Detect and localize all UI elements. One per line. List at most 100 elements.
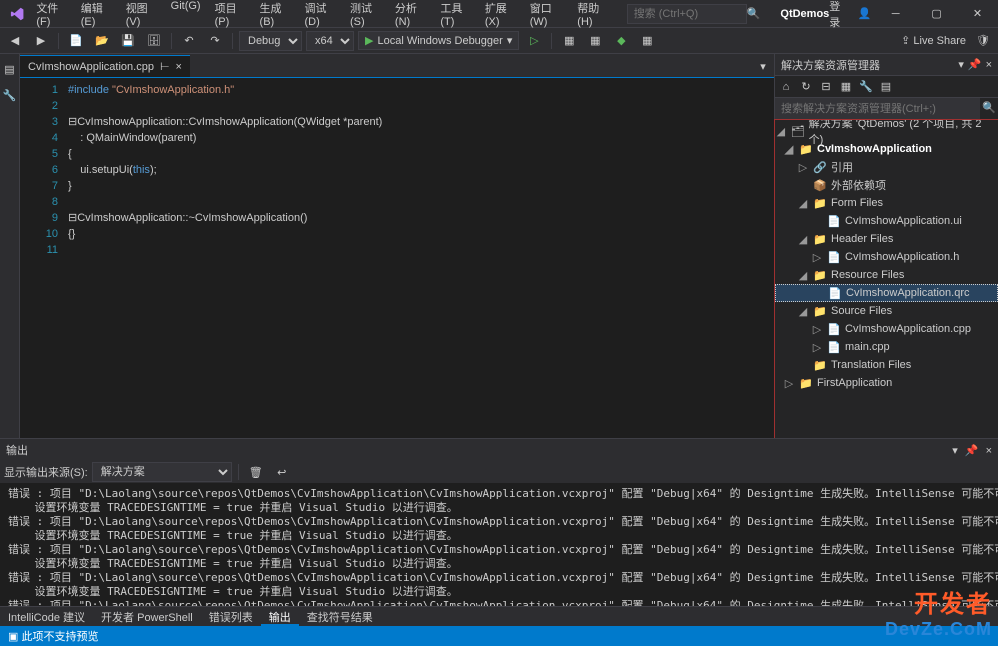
- admin-icon[interactable]: 🛡: [972, 30, 994, 52]
- menu-item[interactable]: 窗口(W): [524, 0, 570, 32]
- tree-node[interactable]: 📦外部依赖项: [775, 176, 998, 194]
- pin-icon[interactable]: 📌: [968, 58, 982, 71]
- menu-item[interactable]: 工具(T): [434, 0, 476, 32]
- tree-node[interactable]: ◢📁Source Files: [775, 302, 998, 320]
- sync-icon[interactable]: ↻: [797, 78, 815, 96]
- config-combo[interactable]: Debug: [239, 31, 302, 51]
- status-bar: ▣ 此项不支持预览: [0, 626, 998, 646]
- menu-item[interactable]: 扩展(X): [479, 0, 522, 32]
- tree-node[interactable]: 📁Translation Files: [775, 356, 998, 374]
- tree-node[interactable]: ▷📄CvImshowApplication.cpp: [775, 320, 998, 338]
- tb-icon-2[interactable]: ▦: [584, 30, 606, 52]
- tree-node-label: Translation Files: [831, 359, 911, 371]
- output-tab[interactable]: 查找符号结果: [299, 607, 381, 626]
- expand-icon[interactable]: ◢: [783, 143, 795, 156]
- menu-item[interactable]: 项目(P): [209, 0, 252, 32]
- tb-icon-3[interactable]: ▦: [636, 30, 658, 52]
- collapse-icon[interactable]: ⊟: [817, 78, 835, 96]
- qt-icon[interactable]: ◆: [610, 30, 632, 52]
- title-bar: 文件(F)编辑(E)视图(V)Git(G)项目(P)生成(B)调试(D)测试(S…: [0, 0, 998, 28]
- save-icon[interactable]: 💾: [117, 30, 139, 52]
- menu-item[interactable]: 分析(N): [389, 0, 432, 32]
- tree-node[interactable]: ◢📁Header Files: [775, 230, 998, 248]
- platform-combo[interactable]: x64: [306, 31, 354, 51]
- expand-icon[interactable]: ▷: [797, 161, 809, 174]
- login-link[interactable]: 登录: [829, 0, 849, 30]
- main-toolbar: ◀ ▶ 📄 📂 💾 🗄 ↶ ↷ Debug x64 ▶ Local Window…: [0, 28, 998, 54]
- nav-back-icon[interactable]: ◀: [4, 30, 26, 52]
- expand-icon[interactable]: ◢: [797, 305, 809, 318]
- close-icon[interactable]: ×: [986, 445, 992, 457]
- editor-tab[interactable]: CvImshowApplication.cpp ⊢ ×: [20, 55, 190, 77]
- pin-icon[interactable]: 📌: [965, 445, 979, 457]
- node-icon: 📁: [813, 304, 827, 318]
- expand-icon[interactable]: ◢: [797, 197, 809, 210]
- tree-node[interactable]: ▷🔗引用: [775, 158, 998, 176]
- tree-node[interactable]: ▷📁FirstApplication: [775, 374, 998, 392]
- clear-icon[interactable]: 🗑: [245, 461, 267, 483]
- minimize-button[interactable]: ─: [879, 0, 912, 28]
- preview-icon[interactable]: ▤: [877, 78, 895, 96]
- menu-item[interactable]: 编辑(E): [75, 0, 118, 32]
- output-panel: 输出 ▾ 📌 × 显示输出来源(S): 解决方案 🗑 ↩ 错误 : 项目 "D:…: [0, 438, 998, 626]
- output-tab[interactable]: IntelliCode 建议: [0, 607, 93, 626]
- window-dropdown-icon[interactable]: ▾: [752, 55, 774, 77]
- expand-icon[interactable]: ▷: [811, 251, 823, 264]
- tree-node-label: CvImshowApplication: [817, 143, 932, 155]
- tree-node[interactable]: ◢📁Resource Files: [775, 266, 998, 284]
- close-button[interactable]: ✕: [961, 0, 994, 28]
- start-without-debug-icon[interactable]: ▷: [523, 30, 545, 52]
- solution-root[interactable]: ◢🗂 解决方案 'QtDemos' (2 个项目, 共 2 个): [775, 122, 998, 140]
- live-share-button[interactable]: ⇪ Live Share: [901, 34, 966, 47]
- menu-item[interactable]: 文件(F): [30, 0, 72, 32]
- tree-node[interactable]: 📄CvImshowApplication.qrc: [775, 284, 998, 302]
- show-all-icon[interactable]: ▦: [837, 78, 855, 96]
- menu-item[interactable]: 帮助(H): [571, 0, 614, 32]
- undo-icon[interactable]: ↶: [178, 30, 200, 52]
- menu-item[interactable]: 调试(D): [299, 0, 342, 32]
- expand-icon[interactable]: ◢: [797, 233, 809, 246]
- close-icon[interactable]: ×: [176, 61, 182, 73]
- search-icon[interactable]: 🔍: [980, 98, 998, 116]
- redo-icon[interactable]: ↷: [204, 30, 226, 52]
- output-tab[interactable]: 错误列表: [201, 607, 261, 626]
- output-tab[interactable]: 开发者 PowerShell: [93, 607, 201, 626]
- save-all-icon[interactable]: 🗄: [143, 30, 165, 52]
- toolbox-icon[interactable]: 🔧: [0, 84, 21, 106]
- dropdown-icon[interactable]: ▾: [952, 445, 958, 457]
- server-explorer-icon[interactable]: ▤: [0, 58, 21, 80]
- search-input[interactable]: [627, 4, 747, 24]
- solution-search-input[interactable]: [775, 98, 980, 119]
- tree-node[interactable]: ◢📁Form Files: [775, 194, 998, 212]
- expand-icon[interactable]: ▷: [811, 341, 823, 354]
- output-tab[interactable]: 输出: [261, 607, 299, 626]
- tree-node[interactable]: 📄CvImshowApplication.ui: [775, 212, 998, 230]
- wrap-icon[interactable]: ↩: [271, 461, 293, 483]
- menu-item[interactable]: 视图(V): [120, 0, 163, 32]
- home-icon[interactable]: ⌂: [777, 78, 795, 96]
- properties-icon[interactable]: 🔧: [857, 78, 875, 96]
- nav-fwd-icon[interactable]: ▶: [30, 30, 52, 52]
- solution-search: 🔍: [775, 98, 998, 120]
- output-text[interactable]: 错误 : 项目 "D:\Laolang\source\repos\QtDemos…: [0, 483, 998, 606]
- menu-item[interactable]: 测试(S): [344, 0, 387, 32]
- pin-icon[interactable]: ⊢: [160, 60, 170, 73]
- maximize-button[interactable]: ▢: [920, 0, 953, 28]
- tree-node[interactable]: ▷📄main.cpp: [775, 338, 998, 356]
- close-icon[interactable]: ×: [986, 59, 992, 71]
- user-icon[interactable]: 👤: [857, 7, 871, 20]
- expand-icon[interactable]: ◢: [797, 269, 809, 282]
- expand-icon[interactable]: ▷: [783, 377, 795, 390]
- menu-item[interactable]: Git(G): [165, 0, 207, 32]
- play-icon: ▶: [365, 34, 373, 47]
- open-icon[interactable]: 📂: [91, 30, 113, 52]
- expand-icon[interactable]: ▷: [811, 323, 823, 336]
- tree-node[interactable]: ▷📄CvImshowApplication.h: [775, 248, 998, 266]
- output-source-combo[interactable]: 解决方案: [92, 462, 232, 482]
- menu-item[interactable]: 生成(B): [254, 0, 297, 32]
- dropdown-icon[interactable]: ▾: [958, 58, 964, 71]
- new-item-icon[interactable]: 📄: [65, 30, 87, 52]
- tb-icon-1[interactable]: ▦: [558, 30, 580, 52]
- solution-tree[interactable]: ◢🗂 解决方案 'QtDemos' (2 个项目, 共 2 个) ◢ 📁 CvIms…: [775, 120, 998, 486]
- start-debugging-button[interactable]: ▶ Local Windows Debugger ▾: [358, 31, 519, 50]
